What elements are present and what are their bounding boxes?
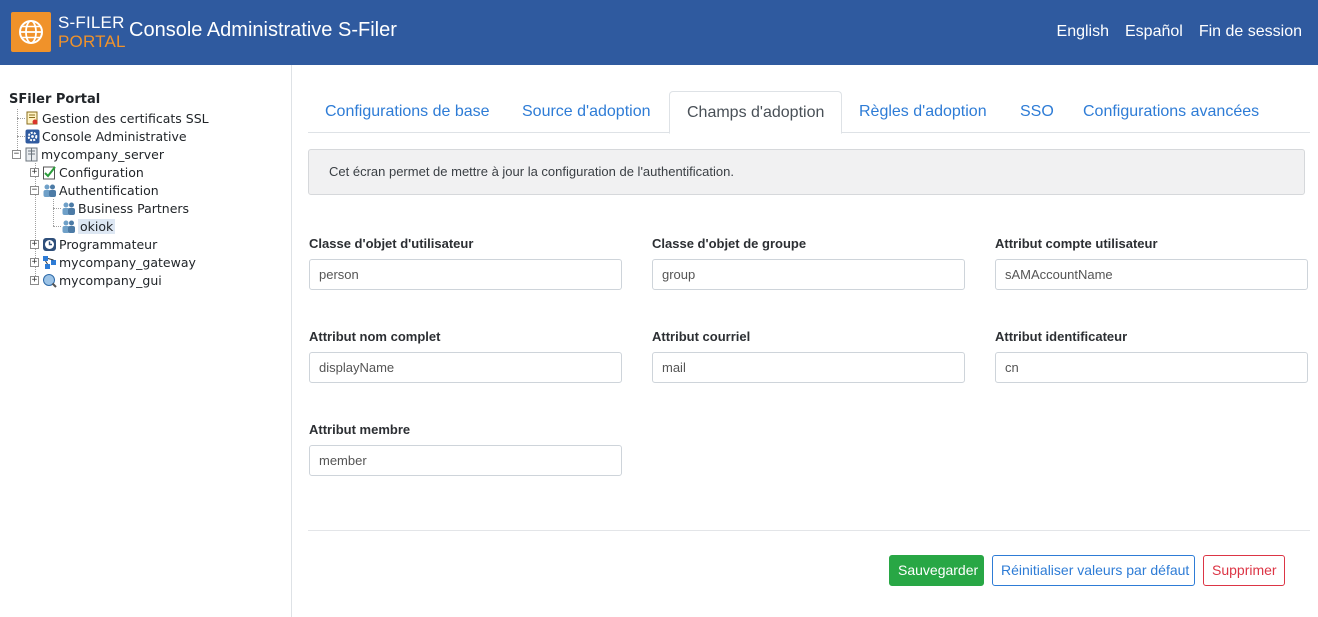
globe-logo-icon bbox=[11, 12, 51, 52]
tree-item-label: Programmateur bbox=[59, 236, 158, 252]
user-account-attribute-input[interactable]: sAMAccountName bbox=[995, 259, 1308, 290]
logo-line-2: PORTAL bbox=[58, 32, 126, 51]
tree-item-label: Authentification bbox=[59, 182, 159, 198]
info-message: Cet écran permet de mettre à jour la con… bbox=[308, 149, 1305, 195]
top-bar: S-FILER PORTAL Console Administrative S-… bbox=[0, 0, 1318, 65]
users-icon bbox=[61, 201, 76, 216]
logo-line-1: S-FILER bbox=[58, 13, 125, 32]
tree-root[interactable]: SFiler Portal bbox=[9, 92, 100, 107]
identifier-attribute-label: Attribut identificateur bbox=[995, 329, 1128, 344]
group-object-class-label: Classe d'objet de groupe bbox=[652, 236, 807, 251]
tab-adoption-fields[interactable]: Champs d'adoption bbox=[669, 91, 843, 134]
network-icon bbox=[42, 255, 57, 270]
email-attribute-label: Attribut courriel bbox=[652, 329, 751, 344]
group-object-class-input[interactable]: group bbox=[652, 259, 965, 290]
tree-item-okiok[interactable]: okiok bbox=[61, 217, 116, 235]
tree-connector bbox=[53, 226, 61, 227]
globe-search-icon bbox=[42, 273, 57, 288]
tab-advanced-configurations[interactable]: Configurations avancées bbox=[1066, 91, 1276, 133]
tree-connector bbox=[17, 118, 25, 119]
save-button[interactable]: Sauvegarder bbox=[889, 555, 984, 586]
gear-icon bbox=[25, 129, 40, 144]
server-icon bbox=[24, 147, 39, 162]
tab-adoption-source[interactable]: Source d'adoption bbox=[505, 91, 667, 133]
tree-connector bbox=[53, 208, 61, 209]
expand-toggle[interactable]: + bbox=[30, 257, 39, 267]
collapse-toggle[interactable]: − bbox=[30, 185, 39, 195]
tree-item-label: mycompany_server bbox=[41, 146, 165, 162]
reset-defaults-button[interactable]: Réinitialiser valeurs par défaut bbox=[992, 555, 1195, 586]
tree-item-business-partners[interactable]: Business Partners bbox=[61, 199, 189, 217]
expand-toggle[interactable]: + bbox=[30, 239, 39, 249]
sidebar-tree: SFiler Portal Gestion des certificats SS… bbox=[0, 65, 292, 617]
tree-item-label: okiok bbox=[78, 218, 116, 234]
tree-item-admin-console[interactable]: Console Administrative bbox=[25, 127, 187, 145]
email-attribute-input[interactable]: mail bbox=[652, 352, 965, 383]
tree-item-label: Gestion des certificats SSL bbox=[42, 110, 209, 126]
logo-text: S-FILER PORTAL bbox=[58, 13, 126, 51]
header-nav: English Español Fin de session bbox=[1057, 23, 1302, 41]
tab-sso[interactable]: SSO bbox=[1003, 91, 1071, 133]
tree-item-scheduler[interactable]: + Programmateur bbox=[30, 235, 157, 253]
collapse-toggle[interactable]: − bbox=[12, 149, 21, 159]
user-object-class-label: Classe d'objet d'utilisateur bbox=[309, 236, 474, 251]
language-espanol-link[interactable]: Español bbox=[1125, 23, 1183, 41]
logout-link[interactable]: Fin de session bbox=[1199, 23, 1302, 41]
tree-item-label: mycompany_gateway bbox=[59, 254, 196, 270]
tree-connector bbox=[17, 136, 25, 137]
users-icon bbox=[61, 219, 76, 234]
tree-item-mycompany-gateway[interactable]: + mycompany_gateway bbox=[30, 253, 196, 271]
tree-item-configuration[interactable]: + Configuration bbox=[30, 163, 144, 181]
clock-icon bbox=[42, 237, 57, 252]
delete-button[interactable]: Supprimer bbox=[1203, 555, 1285, 586]
certificate-icon bbox=[25, 111, 40, 126]
tree-item-label: Console Administrative bbox=[42, 128, 187, 144]
tab-bar: Configurations de base Source d'adoption… bbox=[308, 91, 1310, 134]
tab-adoption-rules[interactable]: Règles d'adoption bbox=[842, 91, 1004, 133]
tab-base-configurations[interactable]: Configurations de base bbox=[308, 91, 507, 133]
expand-toggle[interactable]: + bbox=[30, 167, 39, 177]
expand-toggle[interactable]: + bbox=[30, 275, 39, 285]
language-english-link[interactable]: English bbox=[1057, 23, 1109, 41]
tree-item-ssl-certificates[interactable]: Gestion des certificats SSL bbox=[25, 109, 209, 127]
tree-item-label: mycompany_gui bbox=[59, 272, 162, 288]
member-attribute-input[interactable]: member bbox=[309, 445, 622, 476]
identifier-attribute-input[interactable]: cn bbox=[995, 352, 1308, 383]
tree-connector bbox=[53, 199, 54, 226]
full-name-attribute-input[interactable]: displayName bbox=[309, 352, 622, 383]
tree-item-authentication[interactable]: − Authentification bbox=[30, 181, 159, 199]
member-attribute-label: Attribut membre bbox=[309, 422, 411, 437]
users-icon bbox=[42, 183, 57, 198]
app-title: Console Administrative S-Filer bbox=[129, 19, 397, 41]
user-account-attribute-label: Attribut compte utilisateur bbox=[995, 236, 1158, 251]
tree-item-label: Business Partners bbox=[78, 200, 190, 216]
tree-item-mycompany-gui[interactable]: + mycompany_gui bbox=[30, 271, 162, 289]
tree-item-label: Configuration bbox=[59, 164, 144, 180]
user-object-class-input[interactable]: person bbox=[309, 259, 622, 290]
form-divider bbox=[308, 530, 1310, 531]
checklist-icon bbox=[42, 165, 57, 180]
tree-item-mycompany-server[interactable]: − mycompany_server bbox=[12, 145, 164, 163]
full-name-attribute-label: Attribut nom complet bbox=[309, 329, 441, 344]
